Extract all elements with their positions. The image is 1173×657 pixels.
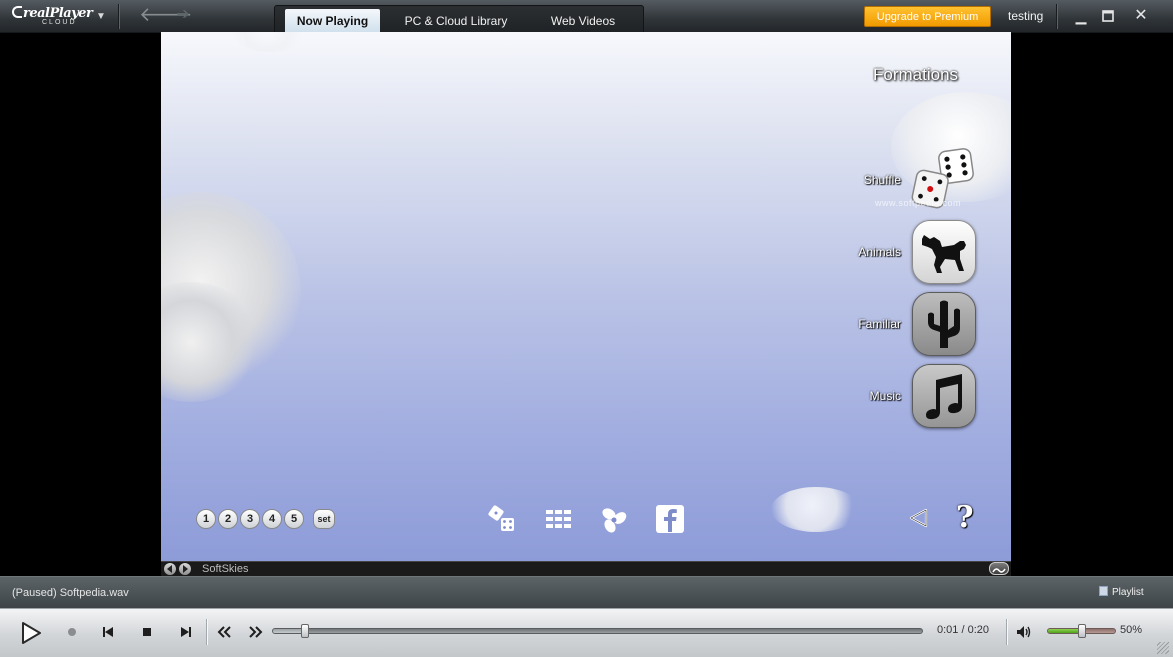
control-divider bbox=[1006, 619, 1007, 645]
playback-controls: 0:01 / 0:20 50% bbox=[0, 608, 1173, 657]
tab-web-videos[interactable]: Web Videos bbox=[537, 9, 629, 33]
fast-forward-icon[interactable] bbox=[247, 623, 265, 641]
previous-track-icon[interactable] bbox=[100, 624, 116, 640]
formation-label-familiar[interactable]: Familiar bbox=[821, 317, 901, 331]
status-bar: (Paused) Softpedia.wav Playlist bbox=[0, 576, 1173, 608]
back-triangle-icon[interactable] bbox=[907, 506, 931, 530]
facebook-icon[interactable] bbox=[656, 505, 684, 533]
title-divider bbox=[1056, 4, 1057, 29]
dog-icon bbox=[922, 235, 966, 273]
formation-familiar-button[interactable] bbox=[912, 292, 976, 356]
play-icon[interactable] bbox=[16, 618, 46, 648]
preset-4-button[interactable]: 4 bbox=[262, 509, 282, 529]
tab-pc-cloud-library[interactable]: PC & Cloud Library bbox=[395, 9, 517, 33]
volume-icon[interactable] bbox=[1014, 623, 1034, 641]
resize-grip-icon[interactable] bbox=[1157, 642, 1169, 654]
previous-visualization-button[interactable] bbox=[164, 563, 176, 575]
preset-1-button[interactable]: 1 bbox=[196, 509, 216, 529]
tab-now-playing[interactable]: Now Playing bbox=[285, 9, 380, 33]
control-divider bbox=[206, 619, 207, 645]
formations-title: Formations bbox=[873, 65, 959, 84]
time-display: 0:01 / 0:20 bbox=[937, 624, 989, 636]
record-icon[interactable] bbox=[64, 624, 80, 640]
music-note-icon bbox=[926, 374, 962, 420]
cloud bbox=[231, 32, 311, 52]
playlist-label: Playlist bbox=[1112, 587, 1144, 598]
now-playing-status: (Paused) Softpedia.wav bbox=[12, 587, 129, 599]
playlist-icon bbox=[1099, 586, 1108, 596]
preset-5-button[interactable]: 5 bbox=[284, 509, 304, 529]
title-bar: realPlayer CLOUD ▼ 🡐 ➔ Now Playing PC & … bbox=[0, 0, 1173, 33]
visualization-name: SoftSkies bbox=[202, 563, 249, 575]
close-icon[interactable]: ✕ bbox=[1130, 7, 1152, 25]
formation-label-music[interactable]: Music bbox=[821, 389, 901, 403]
minimize-icon[interactable]: ▁ bbox=[1070, 7, 1092, 25]
upgrade-premium-button[interactable]: Upgrade to Premium bbox=[864, 6, 991, 27]
visualization-stage[interactable]: Formations Shuffle www.softpedia.com Ani… bbox=[161, 32, 1011, 561]
next-track-icon[interactable] bbox=[178, 624, 194, 640]
formation-label-animals[interactable]: Animals bbox=[821, 245, 901, 259]
account-username[interactable]: testing bbox=[1008, 9, 1043, 23]
realplayer-window: realPlayer CLOUD ▼ 🡐 ➔ Now Playing PC & … bbox=[0, 0, 1173, 657]
logo-swoosh-icon bbox=[12, 6, 22, 18]
seek-handle[interactable] bbox=[301, 624, 310, 638]
cloud bbox=[771, 487, 861, 532]
forward-arrow-icon[interactable]: ➔ bbox=[170, 4, 196, 28]
help-icon[interactable]: ? bbox=[956, 500, 978, 535]
watermark-text: www.softpedia.com bbox=[875, 198, 962, 208]
volume-handle[interactable] bbox=[1077, 624, 1086, 638]
stop-icon[interactable] bbox=[139, 624, 155, 640]
grid-icon[interactable] bbox=[544, 504, 574, 534]
rewind-icon[interactable] bbox=[215, 623, 233, 641]
maximize-icon[interactable] bbox=[1097, 7, 1119, 25]
volume-level bbox=[1048, 629, 1082, 633]
formation-animals-button[interactable] bbox=[912, 220, 976, 284]
cactus-icon bbox=[928, 300, 960, 348]
formation-label-shuffle[interactable]: Shuffle bbox=[821, 173, 901, 187]
title-divider bbox=[118, 4, 119, 29]
playlist-button[interactable]: Playlist bbox=[1099, 586, 1144, 598]
formation-music-button[interactable] bbox=[912, 364, 976, 428]
app-logo[interactable]: realPlayer CLOUD bbox=[12, 6, 98, 28]
back-arrow-icon[interactable]: 🡐 bbox=[139, 4, 193, 28]
app-menu-dropdown-icon[interactable]: ▼ bbox=[96, 11, 106, 22]
seek-bar[interactable] bbox=[272, 624, 923, 638]
main-tabs: Now Playing PC & Cloud Library Web Video… bbox=[274, 5, 644, 33]
logo-sub-text: CLOUD bbox=[42, 19, 77, 26]
visualization-bar: SoftSkies bbox=[161, 561, 1011, 576]
preset-3-button[interactable]: 3 bbox=[240, 509, 260, 529]
visualization-toggle-icon[interactable] bbox=[989, 562, 1009, 575]
volume-slider[interactable] bbox=[1047, 624, 1116, 638]
next-visualization-button[interactable] bbox=[179, 563, 191, 575]
preset-set-button[interactable]: set bbox=[313, 509, 335, 529]
dice-icon[interactable] bbox=[487, 504, 517, 534]
preset-2-button[interactable]: 2 bbox=[218, 509, 238, 529]
volume-percent: 50% bbox=[1120, 624, 1143, 636]
fan-icon[interactable] bbox=[599, 504, 629, 534]
